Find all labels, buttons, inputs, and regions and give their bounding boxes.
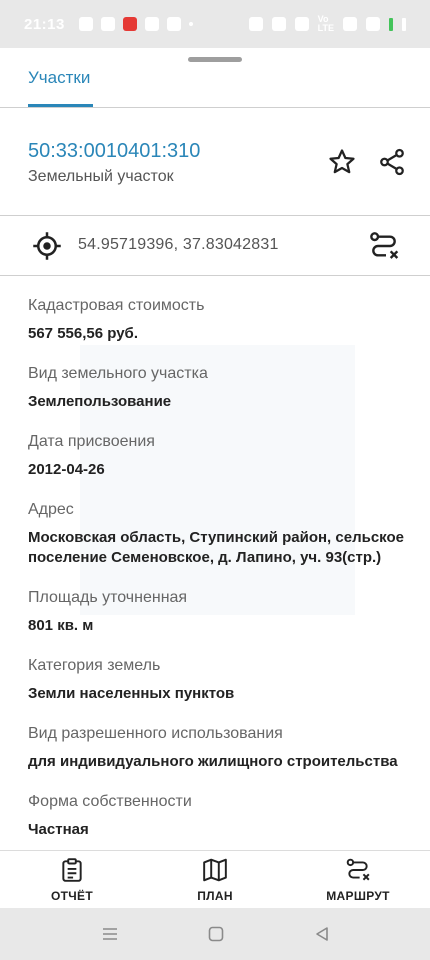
field-area: Площадь уточненная 801 кв. м — [28, 588, 430, 636]
share-button[interactable] — [376, 146, 408, 178]
route-icon — [346, 858, 370, 881]
star-icon — [329, 149, 355, 174]
notification-icons — [78, 17, 193, 31]
field-value: для индивидуального жилищного строительс… — [28, 753, 398, 770]
field-label: Дата присвоения — [28, 433, 155, 450]
field-label: Форма собственности — [28, 793, 192, 810]
field-permitted-use: Вид разрешенного использования для индив… — [28, 724, 430, 772]
plan-button[interactable]: ПЛАН — [160, 857, 270, 907]
whatsapp-icon — [78, 17, 93, 31]
app-icon — [100, 17, 115, 31]
wps-icon — [122, 17, 137, 31]
plan-label: ПЛАН — [197, 889, 233, 903]
field-label: Категория земель — [28, 657, 161, 674]
tab-parcels[interactable]: Участки — [28, 68, 90, 88]
charging-icon — [402, 17, 406, 31]
location-icon — [294, 17, 309, 31]
field-value: Землепользование — [28, 393, 172, 410]
field-value: 801 кв. м — [28, 617, 94, 634]
recent-apps-button[interactable] — [100, 924, 120, 944]
parcel-header: 50:33:0010401:310 Земельный участок — [0, 108, 430, 216]
report-label: ОТЧЁТ — [51, 889, 93, 903]
field-value: 2012-04-26 — [28, 461, 105, 478]
cadastral-number[interactable]: 50:33:0010401:310 — [28, 140, 200, 163]
report-button[interactable]: ОТЧЁТ — [17, 857, 127, 907]
tab-indicator — [28, 104, 93, 107]
home-button[interactable] — [206, 924, 226, 944]
sheet-drag-handle[interactable] — [188, 57, 242, 62]
field-label: Площадь уточненная — [28, 589, 188, 606]
app-icon — [166, 17, 181, 31]
bottom-action-bar: ОТЧЁТ ПЛАН МАРШРУТ — [0, 850, 430, 908]
battery-icon — [389, 17, 393, 31]
field-label: Адрес — [28, 501, 74, 518]
field-value: Частная — [28, 821, 89, 838]
back-button[interactable] — [312, 924, 332, 944]
route-icon[interactable] — [368, 230, 400, 262]
field-value: 567 556,56 руб. — [28, 325, 138, 342]
parcel-details: Кадастровая стоимость 567 556,56 руб. Ви… — [28, 276, 430, 850]
home-icon — [208, 926, 224, 942]
route-button[interactable]: МАРШРУТ — [303, 857, 413, 907]
field-assignment-date: Дата присвоения 2012-04-26 — [28, 432, 430, 480]
volte-icon: Vo LTE — [317, 14, 334, 33]
field-parcel-kind: Вид земельного участка Землепользование — [28, 364, 430, 412]
field-ownership: Форма собственности Частная — [28, 792, 430, 840]
wifi-icon — [343, 17, 357, 31]
vibrate-icon — [248, 17, 263, 31]
field-land-category: Категория земель Земли населенных пункто… — [28, 656, 430, 704]
status-time: 21:13 — [24, 15, 65, 33]
route-label: МАРШРУТ — [326, 889, 390, 903]
coordinates-value[interactable]: 54.95719396, 37.83042831 — [78, 236, 279, 254]
menu-icon — [103, 928, 117, 940]
bluetooth-icon — [271, 17, 286, 31]
field-label: Кадастровая стоимость — [28, 297, 205, 314]
coordinates-row: 54.95719396, 37.83042831 — [0, 216, 430, 276]
status-bar: 21:13 Vo LTE — [0, 0, 430, 48]
map-icon — [203, 858, 227, 882]
back-icon — [316, 927, 328, 941]
field-value: Московская область, Ступинский район, се… — [28, 529, 404, 566]
field-label: Вид разрешенного использования — [28, 725, 283, 742]
share-icon — [380, 148, 404, 176]
target-icon[interactable] — [32, 231, 62, 261]
clipboard-icon — [62, 858, 82, 882]
app-icon — [144, 17, 159, 31]
signal-icon — [366, 17, 380, 31]
more-notifications-icon — [188, 22, 193, 26]
field-address: Адрес Московская область, Ступинский рай… — [28, 500, 430, 568]
field-label: Вид земельного участка — [28, 365, 208, 382]
system-icons: Vo LTE — [248, 14, 406, 33]
field-value: Земли населенных пунктов — [28, 685, 235, 702]
object-type: Земельный участок — [28, 168, 174, 185]
system-navigation-bar — [0, 908, 430, 960]
favorite-button[interactable] — [326, 146, 358, 178]
field-cadastral-value: Кадастровая стоимость 567 556,56 руб. — [28, 296, 430, 344]
